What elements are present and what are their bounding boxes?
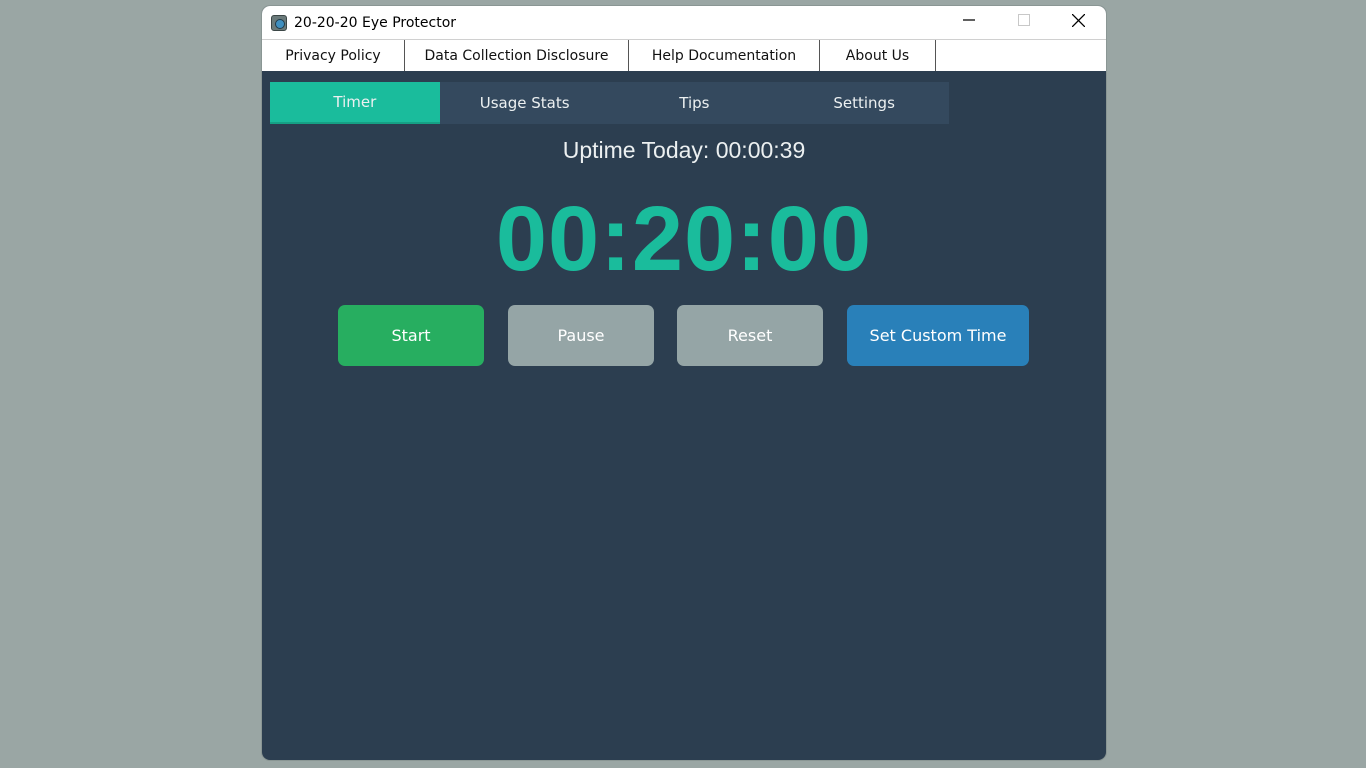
tab-usage-stats[interactable]: Usage Stats [440,82,610,124]
menu-bar: Privacy Policy Data Collection Disclosur… [262,39,1106,72]
window-controls [941,6,1106,39]
tab-timer[interactable]: Timer [270,82,440,124]
reset-button[interactable]: Reset [677,305,823,366]
app-window: 20-20-20 Eye Protector Privacy Policy Da… [262,6,1106,760]
main-content: Timer Usage Stats Tips Settings Uptime T… [262,77,1106,760]
uptime-label: Uptime Today: 00:00:39 [562,137,806,163]
start-button[interactable]: Start [338,305,484,366]
tab-bar: Timer Usage Stats Tips Settings [270,82,949,124]
title-bar[interactable]: 20-20-20 Eye Protector [262,6,1106,39]
menu-item-privacy-policy[interactable]: Privacy Policy [262,40,405,71]
close-icon[interactable] [1051,6,1106,34]
app-icon [271,14,287,31]
window-title: 20-20-20 Eye Protector [294,14,457,31]
menu-item-help-documentation[interactable]: Help Documentation [629,40,820,71]
set-custom-time-button[interactable]: Set Custom Time [847,305,1029,366]
countdown-display: 00:20:00 [495,188,873,290]
menu-item-about-us[interactable]: About Us [820,40,936,71]
minimize-icon[interactable] [941,6,996,34]
tab-settings[interactable]: Settings [779,82,949,124]
maximize-icon[interactable] [996,6,1051,34]
tab-tips[interactable]: Tips [610,82,780,124]
menu-item-data-collection-disclosure[interactable]: Data Collection Disclosure [405,40,629,71]
pause-button[interactable]: Pause [508,305,654,366]
